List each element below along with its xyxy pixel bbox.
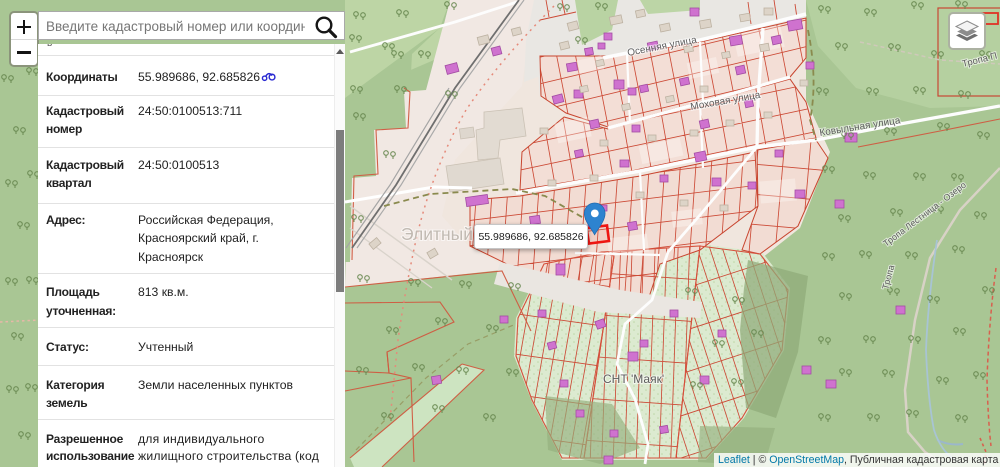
svg-text:СНТ 'Маяк': СНТ 'Маяк' xyxy=(603,372,664,386)
svg-text:Элитный: Элитный xyxy=(401,224,473,244)
